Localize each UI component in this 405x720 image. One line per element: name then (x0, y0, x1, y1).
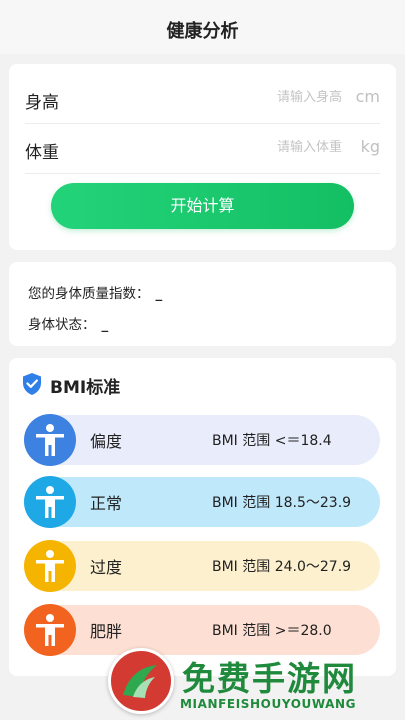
person-icon (24, 604, 76, 656)
status-result-line: 身体状态： _ (28, 313, 108, 333)
bmi-standard-title: BMI标准 (50, 378, 121, 398)
bmi-row-underweight: 偏度 BMI 范围 <＝18.4 (24, 414, 380, 466)
weight-label: 体重 (25, 143, 59, 163)
app-header: 健康分析 (0, 0, 405, 54)
height-label: 身高 (25, 93, 59, 113)
watermark-logo (108, 648, 174, 714)
weight-input[interactable] (192, 140, 342, 155)
bmi-row-name: 过度 (90, 558, 123, 577)
status-result-label: 身体状态： (28, 317, 96, 333)
bmi-result-line: 您的身体质量指数： _ (28, 282, 162, 302)
bmi-row-normal: 正常 BMI 范围 18.5～23.9 (24, 476, 380, 528)
bmi-row-name: 偏度 (90, 432, 123, 451)
bmi-row-name: 肥胖 (90, 622, 123, 641)
bmi-row-name: 正常 (90, 494, 123, 513)
person-icon (24, 476, 76, 528)
watermark-domain: MIANFEISHOUYOUWANG (180, 697, 357, 711)
bmi-result-label: 您的身体质量指数： (28, 286, 150, 302)
height-input[interactable] (192, 90, 342, 105)
person-icon (24, 414, 76, 466)
bmi-result-value: _ (155, 286, 163, 302)
status-result-value: _ (101, 317, 109, 333)
bmi-row-range: BMI 范围 24.0～27.9 (212, 559, 352, 575)
shield-check-icon (21, 372, 43, 396)
start-calculate-button[interactable]: 开始计算 (51, 183, 354, 229)
weight-unit: kg (360, 137, 380, 156)
height-field-row: 身高 cm (25, 74, 380, 124)
result-card: 您的身体质量指数： _ 身体状态： _ (9, 262, 396, 346)
bmi-row-range: BMI 范围 <＝18.4 (212, 433, 332, 449)
bmi-row-range: BMI 范围 18.5～23.9 (212, 495, 352, 511)
height-unit: cm (355, 87, 380, 106)
weight-field-row: 体重 kg (25, 124, 380, 174)
watermark-brand: 免费手游网 (182, 659, 357, 698)
bmi-row-overweight: 过度 BMI 范围 24.0～27.9 (24, 540, 380, 592)
bmi-row-obese: 肥胖 BMI 范围 >＝28.0 (24, 604, 380, 656)
bmi-standard-card: BMI标准 偏度 BMI 范围 <＝18.4 正常 BMI 范围 18.5～23… (9, 358, 396, 676)
input-card: 身高 cm 体重 kg 开始计算 (9, 64, 396, 250)
page-title: 健康分析 (166, 21, 239, 42)
bmi-row-range: BMI 范围 >＝28.0 (212, 623, 332, 639)
person-icon (24, 540, 76, 592)
